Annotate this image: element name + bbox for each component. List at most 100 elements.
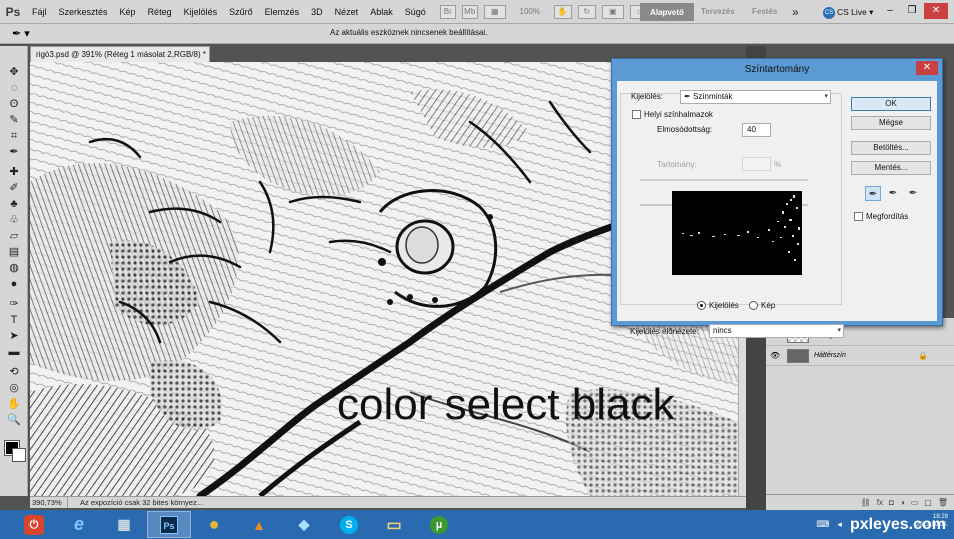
arrange-icon: ▣	[608, 7, 617, 16]
document-tab[interactable]: rigó3.psd @ 391% (Réteg 1 másolat 2,RGB/…	[30, 46, 210, 62]
stamp-tool-icon[interactable]: ♣	[4, 196, 24, 212]
lasso-tool-icon[interactable]: ʘ	[4, 96, 24, 112]
clock-date: 2013.10.05.	[916, 522, 948, 528]
invert-checkbox[interactable]	[854, 212, 863, 221]
range-slider-track	[640, 179, 808, 181]
bridge-button[interactable]: Br	[439, 4, 456, 19]
eyedropper-icon[interactable]: ✒	[865, 186, 881, 201]
menu-select[interactable]: Kijelölés	[178, 0, 224, 24]
eyedropper-plus-icon[interactable]: ✒	[885, 186, 901, 201]
folder-icon[interactable]: ▭	[372, 511, 416, 538]
workspace-essentials[interactable]: Alapvető	[640, 3, 694, 21]
cancel-button[interactable]: Mégse	[851, 116, 931, 130]
menu-filter[interactable]: Szűrő	[223, 0, 259, 24]
arrange-docs-button[interactable]: ▣	[601, 4, 624, 19]
workspace-more-icon[interactable]: »	[792, 3, 799, 21]
new-layer-icon[interactable]: ▢	[924, 498, 932, 507]
vlc-icon[interactable]: ▲	[237, 511, 281, 538]
hand-tool-icon[interactable]: ✋	[4, 396, 24, 412]
menu-layer[interactable]: Réteg	[142, 0, 178, 24]
cs-live-button[interactable]: CS CS Live ▾	[823, 3, 873, 21]
eraser-tool-icon[interactable]: ▱	[4, 228, 24, 244]
options-message: Az aktuális eszköznek nincsenek beállítá…	[330, 28, 488, 37]
pen-tool-icon[interactable]: ✑	[4, 296, 24, 312]
quick-select-tool-icon[interactable]: ✎	[4, 112, 24, 128]
layer-row[interactable]: 👁 Háttérszín 🔒	[766, 346, 954, 366]
document-info[interactable]: Az expozíció csak 32 bites környez...	[80, 497, 203, 508]
workspace-painting[interactable]: Festés	[752, 3, 777, 21]
localized-checkbox[interactable]	[632, 110, 641, 119]
gradient-tool-icon[interactable]: ▤	[4, 244, 24, 260]
menu-help[interactable]: Súgó	[399, 0, 432, 24]
mask-icon[interactable]: ◘	[889, 498, 894, 507]
load-button[interactable]: Betöltés...	[851, 141, 931, 155]
menu-file[interactable]: Fájl	[26, 0, 53, 24]
close-icon[interactable]: ✕	[924, 3, 948, 19]
menu-analysis[interactable]: Elemzés	[259, 0, 306, 24]
blur-tool-icon[interactable]: ◍	[4, 260, 24, 276]
trash-icon[interactable]: 🗑	[938, 498, 948, 507]
fuzziness-label: Elmosódottság:	[657, 125, 713, 134]
menu-window[interactable]: Ablak	[364, 0, 399, 24]
photoshop-icon[interactable]: Ps	[147, 511, 191, 538]
cs-live-icon: CS	[823, 6, 835, 19]
utorrent-icon[interactable]: µ	[417, 511, 461, 538]
windows-taskbar: ⏻ e ▦ Ps ● ▲ ◆ S ▭ µ ⌨ ◂ pxleyes.com 18:…	[0, 510, 954, 539]
save-button[interactable]: Mentés...	[851, 161, 931, 175]
eyedropper-minus-icon[interactable]: ✒	[905, 186, 921, 201]
3d-rotate-icon[interactable]: ⟲	[4, 364, 24, 380]
fx-icon[interactable]: fx	[877, 498, 883, 507]
rotate-view-button[interactable]: ↻	[577, 4, 596, 19]
view-extras-button[interactable]: ▦	[483, 4, 506, 19]
shape-tool-icon[interactable]: ▬	[4, 344, 24, 360]
eye-icon[interactable]: 👁	[770, 346, 782, 366]
close-icon[interactable]: ✕	[916, 61, 938, 75]
workspace-design[interactable]: Tervezés	[701, 3, 735, 21]
link-icon[interactable]: ⛓	[861, 498, 871, 507]
menu-3d[interactable]: 3D	[305, 0, 329, 24]
flag-icon[interactable]: ◂	[837, 519, 842, 530]
radio-image[interactable]	[749, 301, 758, 310]
hand-tool-button[interactable]: ✋	[553, 4, 572, 19]
zoom-field[interactable]: 390,73%	[32, 497, 68, 508]
radio-selection[interactable]	[697, 301, 706, 310]
eyedropper-icon[interactable]: ✒ ▾	[12, 27, 38, 41]
overlay-annotation-text: color select black	[337, 380, 675, 429]
ie-icon[interactable]: e	[57, 511, 101, 538]
maximize-icon[interactable]: ❐	[902, 3, 922, 19]
path-select-icon[interactable]: ➤	[4, 328, 24, 344]
menu-image[interactable]: Kép	[114, 0, 142, 24]
calculator-icon[interactable]: ▦	[102, 511, 146, 538]
ok-button[interactable]: OK	[851, 97, 931, 111]
minibridge-button[interactable]: Mb	[461, 4, 478, 19]
marquee-tool-icon[interactable]: ◌	[4, 80, 24, 96]
notes-icon[interactable]: ◆	[282, 511, 326, 538]
group-icon[interactable]: ▭	[911, 498, 919, 507]
select-dropdown[interactable]: ✒ Színminták ▾	[680, 90, 831, 104]
type-tool-icon[interactable]: T	[4, 312, 24, 328]
eyedropper-icon: ✒	[684, 92, 693, 101]
eyedropper-tool-icon[interactable]: ✒	[4, 144, 24, 160]
brush-tool-icon[interactable]: ✐	[4, 180, 24, 196]
adjustment-icon[interactable]: ◑	[900, 498, 905, 507]
crop-tool-icon[interactable]: ⌗	[4, 128, 24, 144]
chevron-down-icon: ▾	[824, 93, 828, 100]
clock[interactable]: 18:29 2013.10.05.	[916, 513, 948, 529]
fuzziness-input[interactable]: 40	[742, 123, 771, 137]
background-color-swatch[interactable]	[12, 448, 26, 462]
preview-mode-dropdown[interactable]: nincs ▾	[709, 324, 844, 338]
healing-tool-icon[interactable]: ✚	[4, 164, 24, 180]
chrome-icon[interactable]: ●	[192, 511, 236, 538]
history-brush-icon[interactable]: ♧	[4, 212, 24, 228]
skype-icon[interactable]: S	[327, 511, 371, 538]
zoom-tool-icon[interactable]: 🔍	[4, 412, 24, 428]
menu-view[interactable]: Nézet	[329, 0, 365, 24]
keyboard-icon[interactable]: ⌨	[816, 519, 829, 530]
minimize-icon[interactable]: –	[880, 3, 900, 19]
menu-bar: Ps Fájl Szerkesztés Kép Réteg Kijelölés …	[0, 0, 954, 24]
3d-camera-icon[interactable]: ◎	[4, 380, 24, 396]
dodge-tool-icon[interactable]: ●	[4, 276, 24, 292]
move-tool-icon[interactable]: ✥	[4, 64, 24, 80]
menu-edit[interactable]: Szerkesztés	[53, 0, 114, 24]
stop-icon[interactable]: ⏻	[12, 511, 56, 538]
